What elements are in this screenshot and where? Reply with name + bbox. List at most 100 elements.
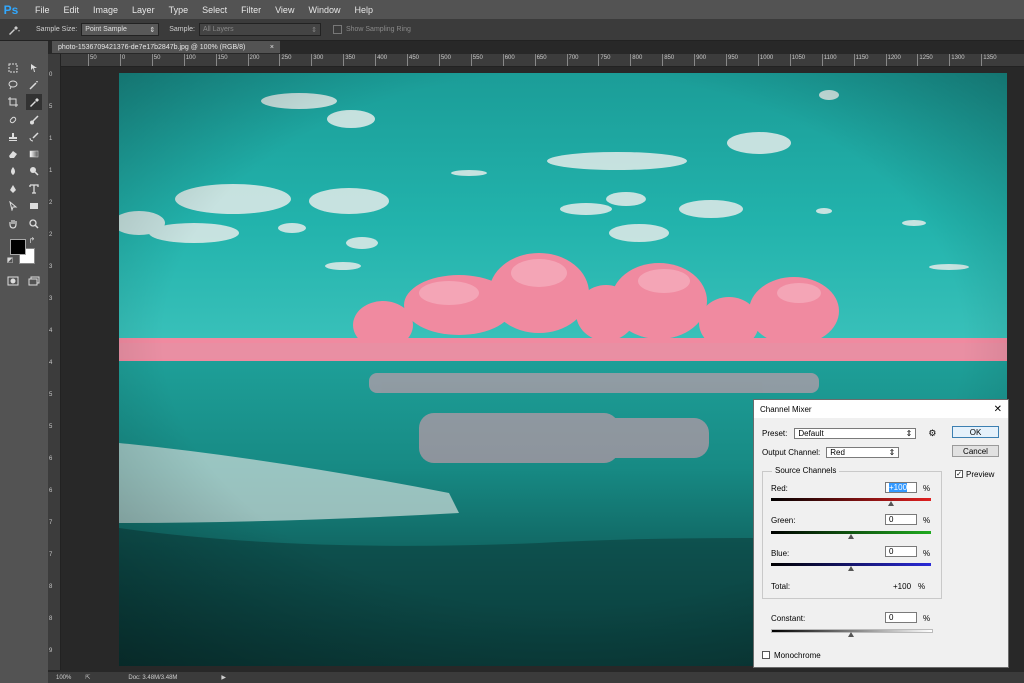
quick-mask-icon[interactable] <box>5 273 21 289</box>
constant-slider-thumb[interactable] <box>848 632 854 637</box>
ruler-label: 5 <box>49 392 53 398</box>
monochrome-checkbox[interactable] <box>762 651 770 659</box>
close-icon[interactable]: × <box>270 44 274 51</box>
ruler-label: 750 <box>600 55 611 61</box>
swap-colors-icon[interactable]: ↱ <box>27 235 37 245</box>
history-brush-icon[interactable] <box>26 129 42 145</box>
clone-stamp-icon[interactable] <box>5 129 21 145</box>
ruler-label: 0 <box>49 72 53 78</box>
default-colors-icon[interactable]: ◩ <box>5 255 15 265</box>
status-menu-arrow-icon[interactable]: ▶ <box>221 674 226 681</box>
blue-value: 0 <box>889 547 894 556</box>
ruler-tick <box>343 54 345 66</box>
document-tab-title: photo-1536709421376-de7e17b2847b.jpg @ 1… <box>58 43 246 51</box>
ruler-label: 3 <box>49 296 53 302</box>
ruler-label: 200 <box>249 55 260 61</box>
cancel-button[interactable]: Cancel <box>952 445 999 457</box>
red-slider-thumb[interactable] <box>888 501 894 506</box>
blur-tool-icon[interactable] <box>5 163 21 179</box>
marquee-tool-icon[interactable] <box>5 60 21 76</box>
menu-help[interactable]: Help <box>347 5 380 15</box>
constant-value: 0 <box>889 613 894 622</box>
preset-select[interactable]: Default ⇕ <box>794 428 917 439</box>
close-icon[interactable]: ✕ <box>994 404 1002 415</box>
constant-label: Constant: <box>771 614 806 623</box>
pen-tool-icon[interactable] <box>5 181 21 197</box>
path-selection-icon[interactable] <box>5 198 21 214</box>
type-tool-icon[interactable] <box>26 181 42 197</box>
ruler-label: 50 <box>153 55 161 61</box>
menu-select[interactable]: Select <box>195 5 234 15</box>
ruler-label: 400 <box>377 55 388 61</box>
show-sampling-ring-checkbox[interactable] <box>332 25 342 34</box>
output-channel-select[interactable]: Red ⇕ <box>826 447 900 458</box>
ruler-tick <box>151 54 153 66</box>
menu-edit[interactable]: Edit <box>57 5 87 15</box>
constant-value-field[interactable]: 0 <box>885 612 917 623</box>
document-tab[interactable]: photo-1536709421376-de7e17b2847b.jpg @ 1… <box>52 41 280 53</box>
red-percent-label: % <box>923 484 931 493</box>
ruler-tick <box>789 54 791 66</box>
ruler-label: 1100 <box>823 55 837 61</box>
chevron-updown-icon: ⇕ <box>905 429 913 438</box>
healing-brush-icon[interactable] <box>5 112 21 128</box>
magic-wand-icon[interactable] <box>26 77 42 93</box>
menu-view[interactable]: View <box>268 5 301 15</box>
zoom-level[interactable]: 100% <box>56 675 71 681</box>
ruler-label: 8 <box>49 584 53 590</box>
ruler-label: 850 <box>664 55 675 61</box>
ruler-tick <box>311 54 313 66</box>
ok-button[interactable]: OK <box>952 426 999 438</box>
menu-filter[interactable]: Filter <box>234 5 268 15</box>
share-icon[interactable]: ⇱ <box>85 674 90 681</box>
gear-icon[interactable]: ⚙ <box>928 428 936 439</box>
eyedropper-tool-icon[interactable] <box>26 94 42 110</box>
zoom-tool-icon[interactable] <box>26 216 42 232</box>
green-slider-thumb[interactable] <box>848 534 854 539</box>
menu-file[interactable]: File <box>28 5 57 15</box>
screen-mode-icon[interactable] <box>26 273 42 289</box>
eyedropper-icon[interactable] <box>0 24 28 36</box>
red-value-field[interactable]: +100 <box>885 482 917 493</box>
sample-size-select[interactable]: Point Sample ⇕ <box>81 23 160 36</box>
sample-size-value: Point Sample <box>85 26 127 33</box>
preview-checkbox[interactable]: ✓ <box>955 470 963 478</box>
ruler-tick <box>502 54 504 66</box>
channel-mixer-dialog: Channel Mixer ✕ Preset: Default ⇕ ⚙ Outp… <box>753 399 1009 668</box>
ruler-label: 150 <box>217 55 228 61</box>
ruler-tick <box>981 54 983 66</box>
document-tab-bar: photo-1536709421376-de7e17b2847b.jpg @ 1… <box>48 41 1024 53</box>
menu-image[interactable]: Image <box>86 5 125 15</box>
check-icon: ✓ <box>956 471 962 478</box>
ruler-tick <box>407 54 408 66</box>
menu-bar: Ps File Edit Image Layer Type Select Fil… <box>0 0 1024 19</box>
blue-value-field[interactable]: 0 <box>885 546 917 557</box>
horizontal-ruler: 50 0 50 100 150 200 250 300 350 400 450 500 550 600 65… <box>60 54 1024 67</box>
brush-tool-icon[interactable] <box>26 112 42 128</box>
output-channel-value: Red <box>830 448 845 457</box>
constant-percent-label: % <box>923 614 931 623</box>
foreground-color-swatch[interactable] <box>10 239 26 255</box>
menu-layer[interactable]: Layer <box>125 5 162 15</box>
green-value-field[interactable]: 0 <box>885 514 917 525</box>
eraser-tool-icon[interactable] <box>5 146 21 162</box>
lasso-tool-icon[interactable] <box>5 77 21 93</box>
ruler-tick <box>821 54 823 66</box>
ruler-label: 500 <box>440 55 451 61</box>
document-size: Doc: 3.48M/3.48M <box>128 674 178 681</box>
ruler-tick <box>662 54 664 66</box>
crop-tool-icon[interactable] <box>5 94 21 110</box>
ruler-tick <box>470 54 472 66</box>
move-tool-icon[interactable] <box>26 60 42 76</box>
sample-select[interactable]: All Layers ⇕ <box>198 23 321 36</box>
blue-slider-thumb[interactable] <box>848 566 854 571</box>
ruler-tick <box>119 54 121 66</box>
dodge-tool-icon[interactable] <box>26 163 42 179</box>
red-slider-track[interactable] <box>771 498 931 501</box>
menu-type[interactable]: Type <box>162 5 196 15</box>
gradient-tool-icon[interactable] <box>26 146 42 162</box>
menu-window[interactable]: Window <box>301 5 347 15</box>
hand-tool-icon[interactable] <box>5 216 21 232</box>
rectangle-tool-icon[interactable] <box>26 198 42 214</box>
sample-label: Sample: <box>169 26 195 33</box>
